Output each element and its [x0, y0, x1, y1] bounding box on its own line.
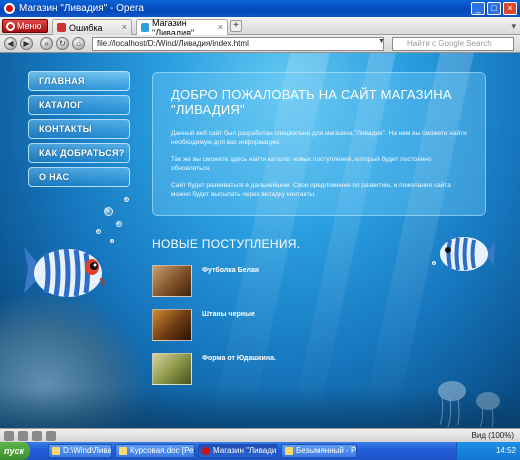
product-thumbnail[interactable] — [152, 309, 192, 341]
jellyfish-decoration — [438, 381, 500, 427]
tab-livadia[interactable]: Магазин "Ливадия" × — [136, 18, 228, 38]
page-favicon-icon — [141, 23, 150, 32]
menu-item-home[interactable]: ГЛАВНАЯ — [28, 71, 130, 91]
site-main-menu: ГЛАВНАЯ КАТАЛОГ КОНТАКТЫ КАК ДОБРАТЬСЯ? … — [28, 71, 130, 191]
menu-item-directions[interactable]: КАК ДОБРАТЬСЯ? — [28, 143, 130, 163]
back-icon[interactable]: ◀ — [4, 37, 17, 50]
bubble-decoration — [124, 197, 129, 202]
new-arrivals-heading: НОВЫЕ ПОСТУПЛЕНИЯ. — [152, 237, 301, 251]
turbo-icon[interactable] — [18, 431, 28, 441]
taskbar-item-opera[interactable]: Магазин "Ливадия" - ... — [198, 444, 278, 458]
reload-icon[interactable]: ↻ — [56, 37, 69, 50]
window-title: Магазин "Ливадия" - Opera — [19, 3, 144, 14]
welcome-panel: ДОБРО ПОЖАЛОВАТЬ НА САЙТ МАГАЗИНА "ЛИВАД… — [152, 72, 486, 216]
search-input[interactable]: Найти с Google Search — [392, 37, 514, 51]
start-button[interactable]: пуск — [0, 442, 30, 460]
opera-icon — [6, 21, 15, 31]
product-link[interactable]: Штаны черные — [202, 311, 255, 318]
welcome-paragraph-1: Данный веб сайт был разработан специальн… — [171, 130, 467, 146]
minimize-button[interactable]: _ — [471, 2, 485, 15]
zoom-control[interactable]: Вид (100%) — [472, 431, 514, 440]
forward-icon[interactable]: ▶ — [20, 37, 33, 50]
bubble-decoration — [104, 207, 113, 216]
address-dropdown-icon[interactable]: ▼ — [378, 38, 385, 45]
system-tray: 14:52 — [456, 442, 520, 460]
product-thumbnail[interactable] — [152, 265, 192, 297]
fish-left-decoration — [24, 247, 105, 298]
opera-menu-button[interactable]: Меню — [2, 19, 48, 33]
arrival-item[interactable]: Форма от Юдашкина. — [152, 353, 352, 385]
arrival-item[interactable]: Футболка Белая — [152, 265, 352, 297]
arrival-item[interactable]: Штаны черные — [152, 309, 352, 341]
close-tab-icon[interactable]: × — [218, 22, 223, 32]
taskbar-item-word[interactable]: Курсовая.doc [Режим с... — [115, 444, 195, 458]
error-page-icon — [57, 23, 66, 32]
panel-toggle-icon[interactable] — [4, 431, 14, 441]
close-tab-icon[interactable]: × — [122, 22, 127, 32]
clock: 14:52 — [495, 446, 516, 455]
tab-label: Ошибка — [69, 22, 103, 33]
tab-bar: Меню Ошибка × Магазин "Ливадия" × + ▾ — [0, 17, 520, 38]
welcome-heading: ДОБРО ПОЖАЛОВАТЬ НА САЙТ МАГАЗИНА "ЛИВАД… — [171, 87, 452, 117]
fast-forward-icon[interactable]: » — [40, 37, 53, 50]
window-title-bar: Магазин "Ливадия" - Opera _ □ × — [0, 0, 520, 17]
windows-taskbar: пуск D:\Wind\Ливадия Курсовая.doc [Режим… — [0, 442, 520, 460]
product-thumbnail[interactable] — [152, 353, 192, 385]
menu-item-contacts[interactable]: КОНТАКТЫ — [28, 119, 130, 139]
product-link[interactable]: Футболка Белая — [202, 267, 259, 274]
page-viewport: ГЛАВНАЯ КАТАЛОГ КОНТАКТЫ КАК ДОБРАТЬСЯ? … — [0, 53, 520, 428]
taskbar-item-folder[interactable]: D:\Wind\Ливадия — [48, 444, 112, 458]
fish-right-decoration — [440, 237, 495, 271]
bubble-decoration — [116, 221, 122, 227]
images-icon[interactable] — [32, 431, 42, 441]
tab-error[interactable]: Ошибка × — [52, 19, 132, 35]
bubble-decoration — [96, 229, 101, 234]
welcome-paragraph-2: Так же вы сможете здесь найти каталог но… — [171, 156, 432, 172]
speed-dial-icon[interactable] — [46, 431, 56, 441]
address-toolbar: ◀ ▶ » ↻ ⌂ file://localhost/D:/Wind/Ливад… — [0, 35, 520, 53]
opera-logo-icon — [4, 3, 15, 14]
product-link[interactable]: Форма от Юдашкина. — [202, 355, 276, 362]
opera-menu-label: Меню — [17, 21, 42, 31]
close-window-button[interactable]: × — [503, 2, 517, 15]
home-icon[interactable]: ⌂ — [72, 37, 85, 50]
menu-item-catalog[interactable]: КАТАЛОГ — [28, 95, 130, 115]
browser-status-bar: Вид (100%) — [0, 428, 520, 442]
menu-item-about[interactable]: О НАС — [28, 167, 130, 187]
maximize-button[interactable]: □ — [487, 2, 501, 15]
new-tab-button[interactable]: + — [230, 20, 242, 32]
welcome-paragraph-3: Сайт будет развиваться в дальнейшем. Сво… — [171, 182, 451, 198]
address-input[interactable]: file://localhost/D:/Wind/Ливадия/index.h… — [92, 37, 384, 51]
tab-list-icon[interactable]: ▾ — [511, 21, 516, 32]
taskbar-item-paint[interactable]: Безымянный - Paint — [281, 444, 357, 458]
